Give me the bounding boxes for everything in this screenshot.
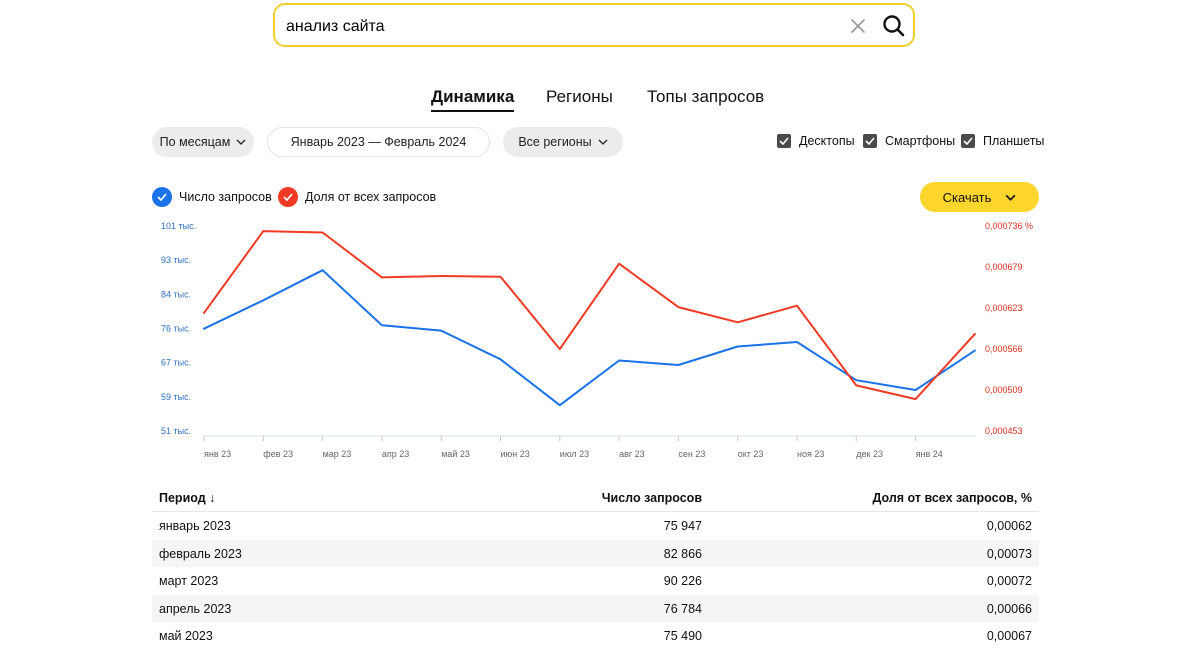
- y-right-tick-label: 0,000679: [985, 262, 1023, 272]
- x-tick-label: авг 23: [619, 449, 645, 459]
- check-circle-icon: [152, 187, 172, 207]
- legend-query-count[interactable]: Число запросов: [152, 187, 272, 207]
- y-right-tick-label: 0,000736 %: [985, 221, 1033, 231]
- cell-period: апрель 2023: [159, 601, 232, 616]
- download-label: Скачать: [942, 189, 992, 205]
- cell-period: январь 2023: [159, 519, 231, 533]
- y-left-tick-label: 93 тыс.: [161, 255, 191, 265]
- legend-share[interactable]: Доля от всех запросов: [278, 187, 436, 207]
- search-bar: [273, 3, 915, 47]
- date-range-label: Январь 2023 — Февраль 2024: [290, 135, 467, 149]
- y-right-tick-label: 0,000509: [985, 385, 1023, 395]
- header-period[interactable]: Период ↓: [159, 491, 215, 505]
- table-row: апрель 2023 76 784 0,00066: [152, 594, 1039, 622]
- x-tick-label: янв 23: [204, 449, 231, 459]
- cell-period: май 2023: [159, 629, 213, 643]
- header-share[interactable]: Доля от всех запросов, %: [872, 491, 1032, 505]
- x-tick-label: июн 23: [501, 449, 530, 459]
- search-input[interactable]: [286, 14, 826, 40]
- date-range-picker[interactable]: Январь 2023 — Февраль 2024: [267, 127, 490, 157]
- x-tick-label: окт 23: [738, 449, 764, 459]
- checkbox-label: Смартфоны: [885, 134, 956, 148]
- x-tick-label: сен 23: [678, 449, 705, 459]
- cell-share: 0,00066: [986, 601, 1032, 616]
- cell-period: февраль 2023: [159, 546, 242, 561]
- series-line-share: [203, 230, 976, 401]
- x-tick-label: мар 23: [323, 449, 352, 459]
- dynamics-chart: янв 23 фев 23 мар 23 апр 23 май 23 июн 23 июл …: [161, 221, 1033, 459]
- y-right-tick-label: 0,000453: [985, 426, 1023, 436]
- search-icon[interactable]: [881, 13, 907, 39]
- clear-icon[interactable]: [849, 17, 867, 35]
- regions-label: Все регионы: [518, 135, 592, 149]
- sort-arrow-down-icon: ↓: [209, 491, 216, 505]
- y-left-tick-label: 76 тыс.: [161, 324, 191, 334]
- chevron-down-icon: [236, 139, 246, 145]
- table-row: январь 2023 75 947 0,00062: [152, 512, 1039, 540]
- period-grouping-label: По месяцам: [159, 135, 231, 149]
- period-grouping-dropdown[interactable]: По месяцам: [152, 127, 254, 157]
- chevron-down-icon: [598, 139, 608, 145]
- y-left-tick-label: 51 тыс.: [161, 426, 191, 436]
- cell-share: 0,00073: [986, 546, 1032, 561]
- checkbox-checked-icon: [863, 134, 877, 148]
- tab-top-queries[interactable]: Топы запросов: [647, 87, 764, 107]
- checkbox-label: Планшеты: [983, 134, 1045, 148]
- y-right-tick-label: 0,000566: [985, 344, 1023, 354]
- x-tick-label: апр 23: [382, 449, 409, 459]
- header-count[interactable]: Число запросов: [602, 491, 702, 505]
- y-left-tick-label: 101 тыс.: [161, 221, 196, 231]
- tab-regions[interactable]: Регионы: [546, 87, 613, 107]
- y-right-tick-label: 0,000623: [985, 303, 1023, 313]
- y-left-tick-label: 84 тыс.: [161, 289, 191, 299]
- x-tick-label: май 23: [441, 449, 470, 459]
- cell-period: март 2023: [159, 574, 219, 588]
- cell-count: 82 866: [663, 546, 702, 561]
- cell-count: 75 490: [663, 629, 702, 643]
- y-left-tick-label: 59 тыс.: [161, 392, 191, 402]
- y-left-tick-label: 67 тыс.: [161, 358, 191, 368]
- check-circle-icon: [278, 187, 298, 207]
- x-tick-label: июл 23: [560, 449, 589, 459]
- chevron-down-icon: [1005, 194, 1016, 201]
- x-tick-label: янв 24: [916, 449, 943, 459]
- data-table: Период ↓ Число запросов Доля от всех зап…: [152, 484, 1039, 650]
- regions-dropdown[interactable]: Все регионы: [503, 127, 623, 157]
- cell-count: 76 784: [663, 601, 702, 616]
- checkbox-desktops[interactable]: Десктопы: [777, 134, 855, 148]
- checkbox-tablets[interactable]: Планшеты: [961, 134, 1044, 148]
- checkbox-smartphones[interactable]: Смартфоны: [863, 134, 955, 148]
- legend-label: Число запросов: [179, 190, 272, 204]
- cell-share: 0,00067: [986, 629, 1032, 643]
- checkbox-checked-icon: [777, 134, 791, 148]
- cell-count: 75 947: [663, 519, 702, 533]
- table-header: Период ↓ Число запросов Доля от всех зап…: [152, 484, 1039, 512]
- cell-share: 0,00062: [986, 519, 1032, 533]
- series-line-query-count: [203, 269, 976, 407]
- table-row: май 2023 75 490 0,00067: [152, 622, 1039, 650]
- download-button[interactable]: Скачать: [920, 182, 1039, 212]
- tab-dynamics[interactable]: Динамика: [431, 87, 515, 112]
- x-tick-label: дек 23: [856, 449, 883, 459]
- cell-share: 0,00072: [986, 574, 1032, 588]
- cell-count: 90 226: [663, 574, 702, 588]
- legend-label: Доля от всех запросов: [305, 190, 437, 204]
- table-row: март 2023 90 226 0,00072: [152, 567, 1039, 595]
- checkbox-checked-icon: [961, 134, 975, 148]
- x-tick-label: ноя 23: [797, 449, 824, 459]
- checkbox-label: Десктопы: [799, 134, 855, 148]
- x-tick-label: фев 23: [263, 449, 293, 459]
- table-row: февраль 2023 82 866 0,00073: [152, 539, 1039, 567]
